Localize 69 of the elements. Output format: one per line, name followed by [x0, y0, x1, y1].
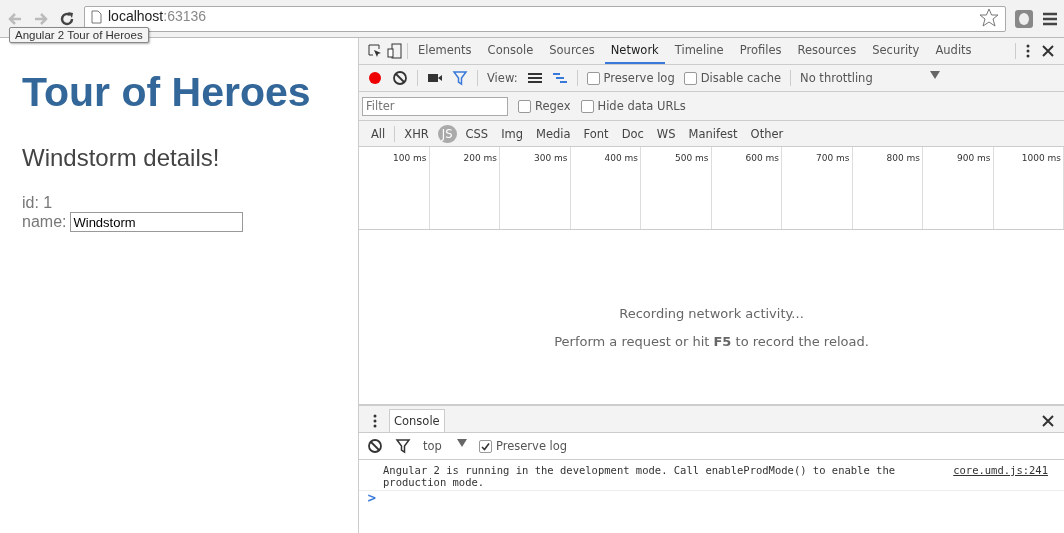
address-bar[interactable]: localhost:63136: [84, 5, 1006, 32]
type-filter[interactable]: Font: [579, 124, 613, 143]
drawer-tab[interactable]: Console: [389, 409, 445, 432]
view-label: View:: [487, 71, 518, 85]
devtools-tab[interactable]: Timeline: [668, 38, 730, 64]
source-link[interactable]: core.umd.js:241: [953, 464, 1048, 488]
page-title: Tour of Heroes: [22, 69, 312, 116]
id-text: id: 1: [22, 194, 53, 212]
checkmark-icon: [481, 441, 490, 451]
empty-message: Recording network activity...: [619, 305, 804, 321]
time-tick: 100 ms: [393, 153, 427, 163]
page-icon: [91, 9, 102, 24]
checkbox[interactable]: Preserve log: [586, 71, 675, 85]
time-tick: 500 ms: [675, 153, 709, 163]
list-icon[interactable]: [526, 70, 543, 86]
context-select[interactable]: top: [423, 439, 467, 453]
caret-icon: [930, 71, 941, 79]
type-filter[interactable]: Doc: [617, 124, 648, 143]
name-label: name:: [22, 213, 67, 231]
type-filter[interactable]: CSS: [461, 124, 493, 143]
empty-message: Perform a request or hit F5 to record the reload.: [554, 333, 869, 349]
console-prompt[interactable]: >: [359, 489, 385, 507]
devtools-tab[interactable]: Resources: [791, 38, 863, 64]
time-tick: 200 ms: [463, 153, 497, 163]
type-filter[interactable]: All: [367, 124, 390, 143]
extension-icon[interactable]: [1014, 8, 1034, 29]
devtools-tab[interactable]: Sources: [543, 38, 601, 64]
devtools-tab[interactable]: Console: [481, 38, 540, 64]
menu-icon[interactable]: [1042, 11, 1058, 26]
throttling-select[interactable]: No throttling: [800, 71, 941, 85]
devtools-tab[interactable]: Elements: [412, 38, 478, 64]
checkbox[interactable]: Disable cache: [683, 71, 782, 85]
time-tick: 900 ms: [957, 153, 991, 163]
inspect-icon[interactable]: [367, 43, 383, 59]
url-text: localhost:63136: [108, 7, 207, 25]
details-heading: Windstorm details!: [22, 144, 221, 172]
filter-field[interactable]: Filter: [362, 96, 508, 116]
reload-icon[interactable]: [58, 9, 76, 28]
type-filter[interactable]: Manifest: [684, 124, 742, 143]
caret-icon: [457, 439, 467, 447]
time-tick: 1000 ms: [1021, 153, 1061, 163]
time-tick: 600 ms: [745, 153, 779, 163]
clear-icon[interactable]: [367, 438, 383, 454]
type-filter[interactable]: Other: [746, 124, 788, 143]
type-filter[interactable]: XHR: [400, 124, 433, 143]
checkbox[interactable]: Hide data URLs: [580, 99, 686, 113]
star-icon[interactable]: [979, 7, 999, 28]
devtools-tab[interactable]: Security: [866, 38, 926, 64]
tooltip: Angular 2 Tour of Heroes: [9, 27, 149, 43]
time-tick: 800 ms: [886, 153, 920, 163]
type-filter[interactable]: Media: [532, 124, 575, 143]
filter-icon[interactable]: [395, 438, 411, 454]
devtools-tab[interactable]: Profiles: [733, 38, 788, 64]
checkbox[interactable]: Regex: [518, 99, 571, 113]
close-icon[interactable]: [1040, 43, 1056, 59]
time-tick: 700 ms: [816, 153, 850, 163]
waterfall-icon[interactable]: [551, 70, 568, 86]
type-filter[interactable]: WS: [652, 124, 680, 143]
console-message: Angular 2 is running in the development mode. Call enableProdMode() to enable the production mode.: [383, 464, 897, 488]
type-filter[interactable]: Img: [497, 124, 528, 143]
clear-icon[interactable]: [392, 70, 408, 86]
checkbox[interactable]: Preserve log: [479, 439, 568, 453]
time-tick: 300 ms: [534, 153, 568, 163]
device-icon[interactable]: [387, 43, 403, 59]
name-field[interactable]: Windstorm: [70, 212, 244, 232]
devtools-tab[interactable]: Audits: [929, 38, 978, 64]
record-icon[interactable]: [367, 70, 383, 86]
time-tick: 400 ms: [604, 153, 638, 163]
close-icon[interactable]: [1040, 412, 1056, 429]
